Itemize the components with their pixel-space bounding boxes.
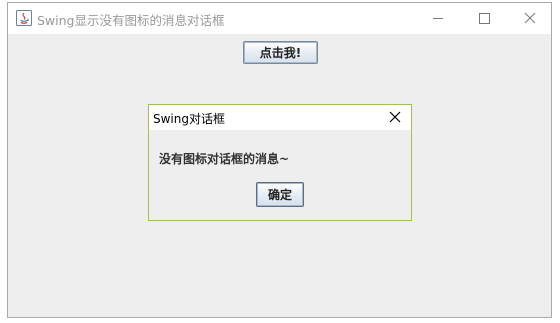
java-icon [16,10,32,26]
minimize-icon [433,18,443,19]
maximize-button[interactable] [461,3,507,34]
dialog-title: Swing对话框 [153,112,225,126]
close-button[interactable] [507,3,553,34]
minimize-button[interactable] [415,3,461,34]
ok-button[interactable]: 确定 [256,182,304,207]
message-dialog: Swing对话框 没有图标对话框的消息~ 确定 [148,104,412,221]
dialog-titlebar[interactable]: Swing对话框 [149,105,411,130]
window-title: Swing显示没有图标的消息对话框 [37,13,225,28]
window-titlebar[interactable]: Swing显示没有图标的消息对话框 [8,3,551,34]
click-me-button[interactable]: 点击我! [243,41,318,64]
maximize-icon [479,13,490,24]
dialog-message: 没有图标对话框的消息~ [159,152,290,166]
close-icon [389,111,401,123]
dialog-close-button[interactable] [379,105,411,130]
close-icon [524,12,536,24]
